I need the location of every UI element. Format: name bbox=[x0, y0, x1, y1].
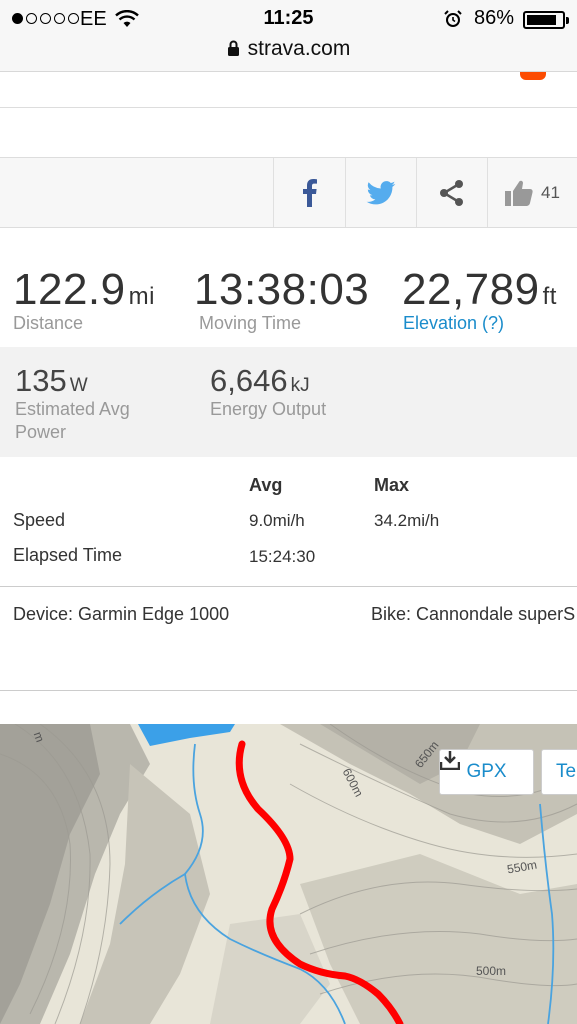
bike-info: Bike: Cannondale superS bbox=[371, 604, 576, 624]
moving-time-label: Moving Time bbox=[199, 313, 302, 333]
elapsed-time-label: Elapsed Time bbox=[13, 545, 123, 565]
url-bar[interactable]: strava.com bbox=[0, 37, 577, 63]
avg-header: Avg bbox=[249, 475, 283, 495]
power-value: 135 W bbox=[15, 363, 88, 398]
distance-unit: mi bbox=[128, 283, 155, 310]
moving-time-value: 13:38:03 bbox=[194, 265, 370, 314]
terrain-button-label: Te bbox=[556, 761, 577, 782]
power-unit: W bbox=[69, 375, 88, 396]
url-text: strava.com bbox=[247, 37, 351, 60]
battery-percent: 86% bbox=[474, 7, 515, 29]
device-info: Device: Garmin Edge 1000 bbox=[13, 604, 230, 624]
twitter-share-button[interactable] bbox=[345, 158, 416, 227]
energy-unit: kJ bbox=[290, 375, 310, 396]
secondary-stats: 135 W Estimated Avg Power 6,646 kJ Energy O… bbox=[0, 347, 577, 457]
contour-label: 500m bbox=[476, 964, 507, 978]
terrain-button[interactable]: Te bbox=[541, 749, 577, 795]
facebook-icon bbox=[302, 178, 317, 207]
distance-value: 122.9 mi bbox=[13, 265, 155, 314]
lock-icon bbox=[227, 39, 240, 63]
twitter-icon bbox=[366, 180, 396, 204]
speed-max: 34.2mi/h bbox=[374, 511, 440, 530]
share-button[interactable] bbox=[416, 158, 487, 227]
divider bbox=[0, 690, 577, 691]
elevation-value: 22,789 ft bbox=[402, 265, 557, 314]
facebook-share-button[interactable] bbox=[273, 158, 345, 227]
elapsed-time-avg: 15:24:30 bbox=[249, 547, 316, 566]
speed-avg: 9.0mi/h bbox=[249, 511, 305, 530]
alarm-icon bbox=[443, 9, 463, 35]
energy-value: 6,646 kJ bbox=[210, 363, 310, 398]
share-icon bbox=[440, 179, 463, 206]
speed-label: Speed bbox=[13, 510, 66, 530]
power-label: Estimated Avg Power bbox=[15, 399, 130, 442]
divider bbox=[0, 107, 577, 108]
elevation-unit: ft bbox=[542, 283, 557, 310]
energy-label: Energy Output bbox=[210, 399, 327, 419]
download-icon bbox=[440, 751, 460, 770]
divider bbox=[0, 586, 577, 587]
route-map[interactable]: 600m 650m 550m 500m m GPX Te bbox=[0, 724, 577, 1024]
status-bar: EE 11:25 86% bbox=[0, 6, 577, 32]
elevation-help-link[interactable]: Elevation (?) bbox=[403, 313, 504, 334]
max-header: Max bbox=[374, 475, 410, 495]
thumbs-up-icon bbox=[505, 180, 533, 206]
share-bar: 41 bbox=[0, 157, 577, 228]
strava-orange-fragment bbox=[520, 72, 546, 80]
browser-chrome: EE 11:25 86% strava.com bbox=[0, 0, 577, 72]
kudos-count: 41 bbox=[541, 182, 560, 202]
battery-icon bbox=[523, 11, 569, 29]
distance-label: Distance bbox=[13, 313, 84, 333]
gpx-button-label: GPX bbox=[466, 761, 507, 782]
kudos-button[interactable]: 41 bbox=[487, 158, 577, 227]
gpx-download-button[interactable]: GPX bbox=[439, 749, 534, 795]
